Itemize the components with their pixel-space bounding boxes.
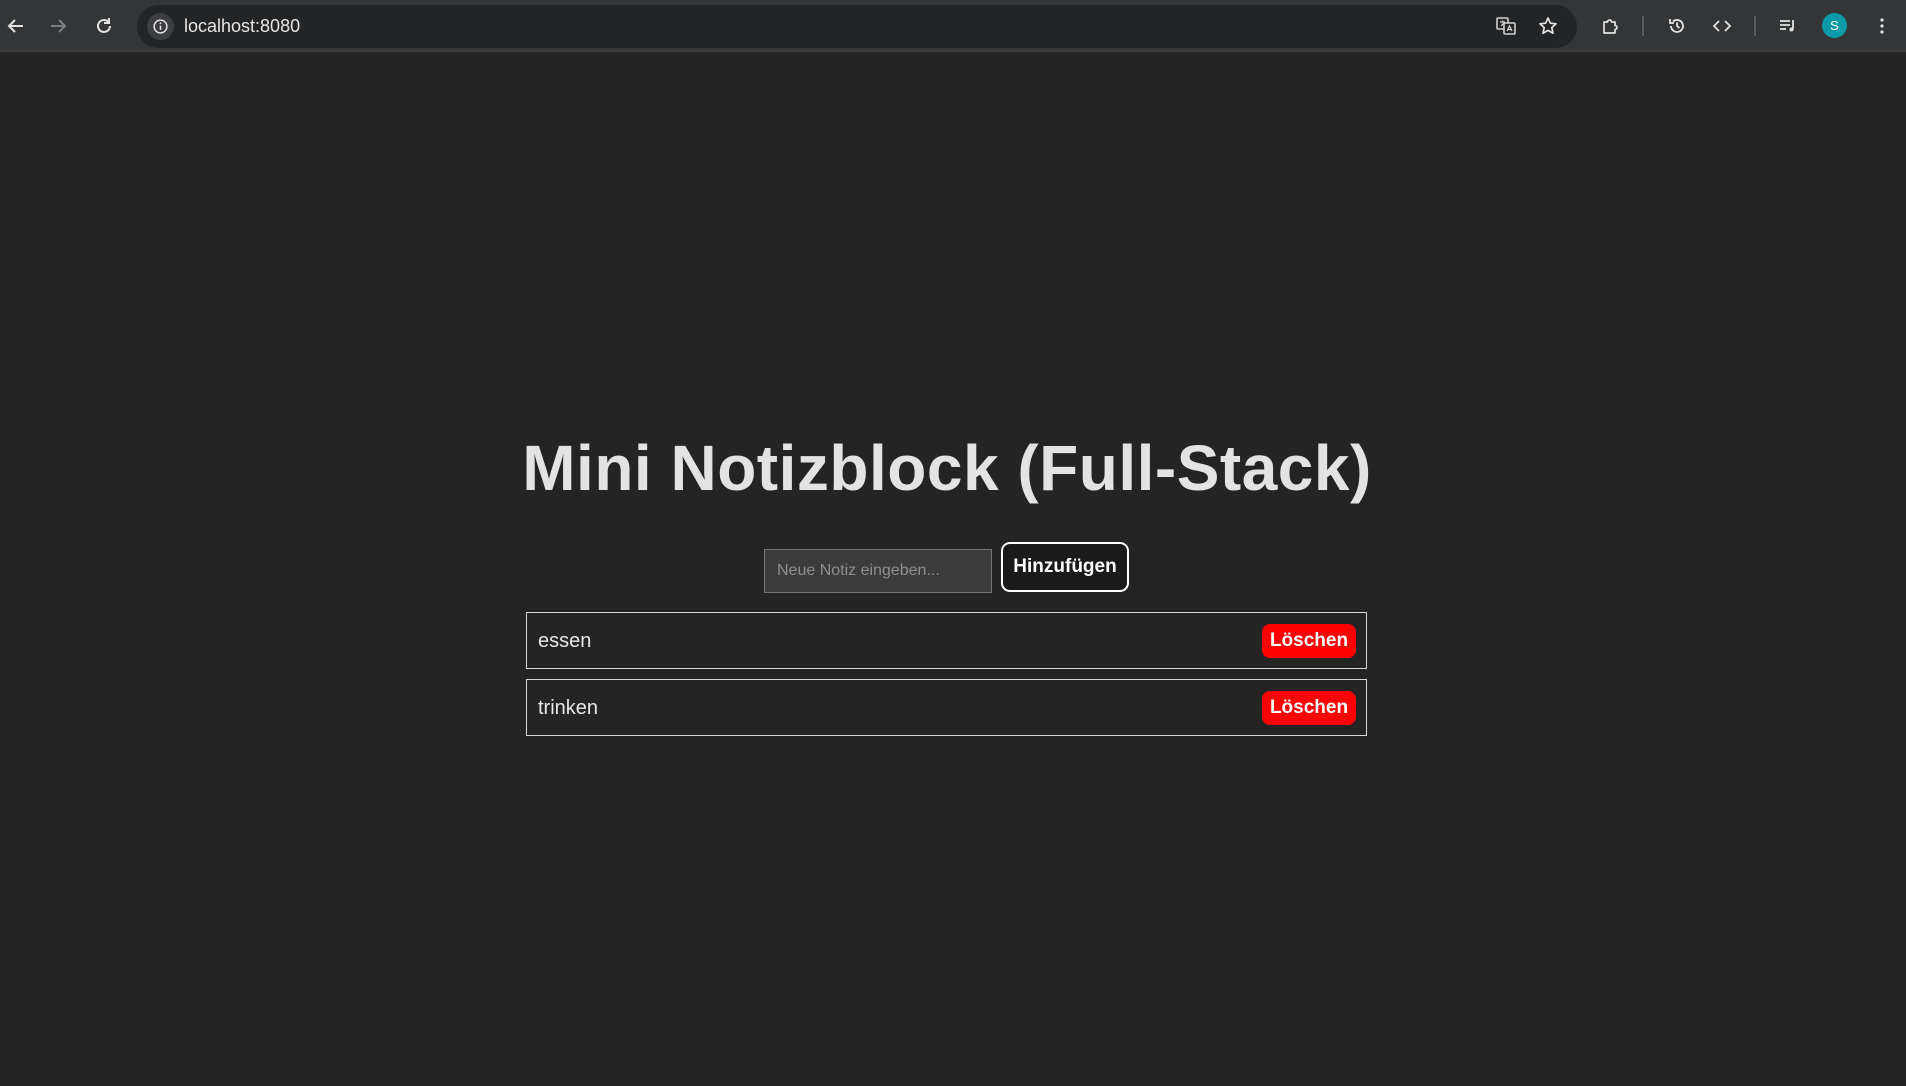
browser-toolbar: localhost:8080 S: [0, 0, 1906, 52]
site-info-button[interactable]: [147, 13, 174, 40]
devtools-button[interactable]: [1702, 6, 1742, 46]
forward-arrow-icon: [51, 19, 67, 33]
translate-icon: [1496, 17, 1516, 35]
code-icon: [1712, 20, 1732, 32]
browser-menu-button[interactable]: [1862, 6, 1902, 46]
delete-note-button[interactable]: Löschen: [1262, 624, 1356, 658]
url-text[interactable]: localhost:8080: [184, 16, 300, 37]
back-arrow-icon: [7, 19, 23, 33]
reload-button[interactable]: [84, 6, 124, 46]
toolbar-separator: [1642, 16, 1644, 36]
new-note-input[interactable]: [764, 549, 992, 593]
kebab-menu-icon: [1880, 18, 1884, 34]
delete-note-button[interactable]: Löschen: [1262, 691, 1356, 725]
page-title: Mini Notizblock (Full-Stack): [522, 432, 1372, 504]
forward-button[interactable]: [38, 6, 78, 46]
extensions-button[interactable]: [1590, 6, 1630, 46]
reading-list-button[interactable]: [1768, 6, 1808, 46]
history-button[interactable]: [1657, 6, 1697, 46]
add-note-button[interactable]: Hinzufügen: [1001, 542, 1129, 592]
star-icon: [1539, 17, 1557, 35]
note-item: essen Löschen: [526, 612, 1367, 669]
address-bar[interactable]: localhost:8080: [137, 5, 1577, 48]
note-text: trinken: [538, 697, 599, 719]
profile-avatar[interactable]: S: [1822, 13, 1847, 38]
bookmark-button[interactable]: [1528, 6, 1568, 46]
back-button[interactable]: [0, 6, 36, 46]
toolbar-separator: [1754, 16, 1756, 36]
puzzle-icon: [1603, 19, 1618, 34]
history-icon: [1669, 19, 1684, 33]
note-item: trinken Löschen: [526, 679, 1367, 736]
notes-list: essen Löschen trinken Löschen: [526, 612, 1367, 746]
note-text: essen: [538, 630, 592, 652]
media-list-icon: [1780, 20, 1794, 32]
reload-icon: [97, 18, 111, 33]
translate-button[interactable]: [1486, 6, 1526, 46]
info-icon: [153, 19, 168, 34]
